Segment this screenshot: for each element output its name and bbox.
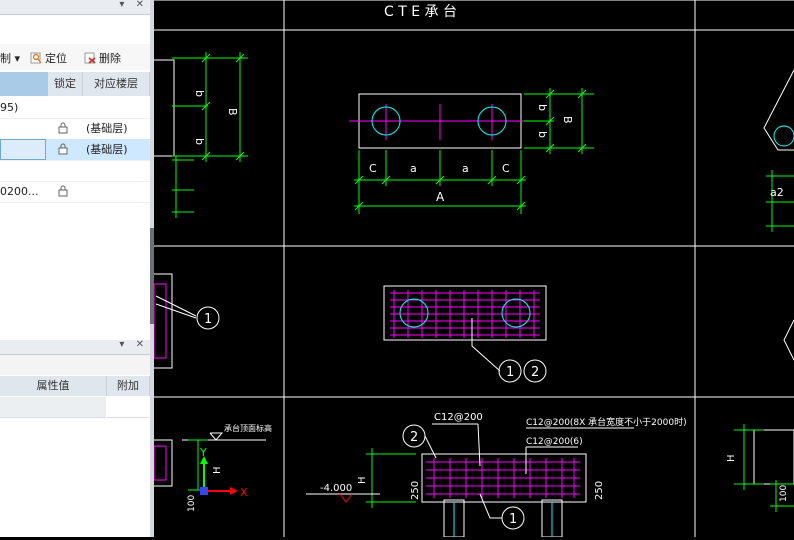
- panel-window-buttons[interactable]: ▾ ✕: [119, 0, 148, 10]
- svg-text:a2: a2: [770, 186, 784, 199]
- section-bottom-right: H 100: [726, 424, 794, 512]
- locate-icon: [30, 52, 42, 64]
- table-row[interactable]: 95): [0, 97, 150, 119]
- props-header-extra: 附加: [107, 376, 150, 396]
- svg-text:b: b: [536, 104, 549, 111]
- svg-text:H: H: [212, 466, 223, 474]
- pilecap-middle-left: 1: [143, 273, 220, 369]
- panel-header-properties: ▾ ✕: [0, 339, 150, 355]
- partial-tool[interactable]: 制 ▾: [0, 50, 20, 66]
- svg-text:C12@200(8X 承台宽度不小于2000时): C12@200(8X 承台宽度不小于2000时): [526, 416, 687, 428]
- svg-text:a: a: [410, 162, 417, 175]
- pilecap-ct2-plan: b b B C a a C A: [349, 88, 594, 214]
- pilecap-top-right: a2: [763, 69, 794, 232]
- svg-text:Y: Y: [199, 446, 207, 459]
- svg-text:2: 2: [410, 430, 418, 445]
- section-bottom-left: 承台顶面标高 H 100 Y X: [143, 423, 272, 512]
- row-floor: (基础层): [86, 143, 128, 156]
- svg-text:b: b: [193, 90, 206, 97]
- svg-text:C12@200: C12@200: [434, 412, 483, 423]
- lock-icon[interactable]: [58, 185, 68, 197]
- svg-text:250: 250: [410, 481, 421, 500]
- row-name: 95): [0, 101, 19, 114]
- table-row[interactable]: (基础层): [0, 118, 150, 140]
- svg-text:B: B: [561, 116, 574, 124]
- row-name-cell[interactable]: [0, 139, 46, 160]
- svg-text:250: 250: [594, 481, 605, 500]
- props-toolbar: [0, 355, 150, 375]
- column-header-name[interactable]: [0, 72, 49, 96]
- row-floor: (基础层): [86, 122, 128, 135]
- svg-text:C: C: [502, 162, 510, 175]
- column-header-lock[interactable]: 锁定: [48, 72, 83, 96]
- table-row[interactable]: 0200...: [0, 181, 150, 203]
- cad-svg: C T E 承 台 b b B b b B C a a C A a2 1 1 2…: [133, 0, 794, 538]
- svg-text:b: b: [536, 131, 549, 138]
- svg-text:A: A: [436, 190, 445, 204]
- svg-text:承台顶面标高: 承台顶面标高: [224, 423, 272, 433]
- svg-text:b: b: [193, 138, 206, 145]
- delete-icon: [84, 52, 96, 64]
- svg-text:100: 100: [187, 495, 197, 512]
- table-row-selected[interactable]: (基础层): [0, 139, 150, 161]
- svg-text:2: 2: [531, 365, 539, 380]
- svg-text:C: C: [369, 162, 377, 175]
- locate-button[interactable]: 定位: [30, 50, 67, 66]
- left-panel: ▾ ✕ 制 ▾ 定位 删除 锁定 对应楼层 95) (基础层) (基础层) 02…: [0, 0, 150, 537]
- column-header-floor[interactable]: 对应楼层: [83, 72, 150, 96]
- drawing-title: C T E 承 台: [384, 4, 457, 20]
- delete-button[interactable]: 删除: [84, 50, 121, 66]
- lock-icon[interactable]: [58, 143, 68, 155]
- props-row[interactable]: [0, 397, 106, 418]
- svg-text:C12@200(6): C12@200(6): [526, 437, 583, 447]
- ucs-axis-icon: Y X: [199, 446, 248, 499]
- props-row-extra[interactable]: [107, 397, 149, 418]
- table-row[interactable]: [0, 160, 150, 182]
- svg-text:B: B: [226, 108, 239, 116]
- pilecap-top-left: b b B: [133, 52, 248, 218]
- svg-text:1: 1: [509, 512, 517, 527]
- svg-text:a: a: [462, 162, 469, 175]
- panel-window-buttons[interactable]: ▾ ✕: [119, 339, 148, 350]
- svg-text:X: X: [240, 486, 248, 499]
- panel-header-top: ▾ ✕: [0, 0, 150, 15]
- svg-text:1: 1: [204, 312, 212, 327]
- section-bottom-center: C12@200 C12@200(8X 承台宽度不小于2000时) C12@200…: [306, 412, 687, 538]
- svg-text:-4.000: -4.000: [320, 483, 352, 494]
- pilecap-middle-right: [783, 319, 794, 361]
- props-header-value: 属性值: [0, 376, 107, 396]
- pilecap-rebar-plan: 1 2: [383, 285, 547, 383]
- svg-text:1: 1: [506, 365, 514, 380]
- row-name: 0200...: [0, 185, 39, 198]
- component-toolbar: 制 ▾ 定位 删除: [0, 44, 150, 70]
- lock-icon[interactable]: [58, 122, 68, 134]
- cad-drawing-canvas[interactable]: C T E 承 台 b b B b b B C a a C A a2 1 1 2…: [133, 0, 794, 538]
- svg-text:H: H: [357, 476, 368, 484]
- svg-text:H: H: [726, 454, 737, 462]
- svg-text:100: 100: [779, 485, 789, 502]
